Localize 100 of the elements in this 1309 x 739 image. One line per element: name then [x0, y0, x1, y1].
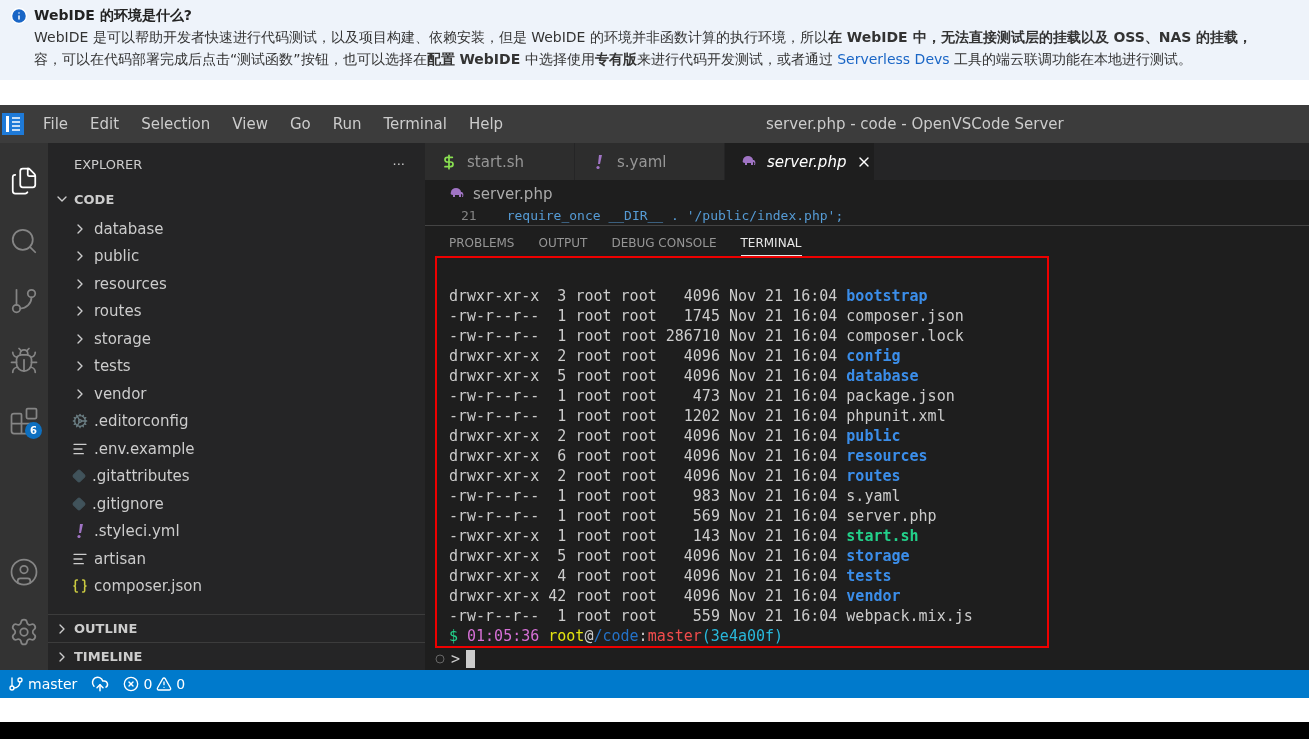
file-info: -rw-r--r-- 1 root root 559 Nov 21 16:04 — [449, 606, 838, 626]
file-name: server.php — [846, 506, 937, 526]
tree-item[interactable]: composer.json — [48, 572, 425, 600]
tree-item[interactable]: .editorconfig — [48, 407, 425, 435]
file-info: drwxr-xr-x 42 root root 4096 Nov 21 16:04 — [449, 586, 838, 606]
file-info: -rw-r--r-- 1 root root 1745 Nov 21 16:04 — [449, 306, 838, 326]
more-actions-button[interactable]: ··· — [392, 156, 405, 172]
section-header[interactable]: OUTLINE — [48, 614, 425, 642]
file-name: phpunit.xml — [846, 406, 946, 426]
menu-item[interactable]: Go — [278, 115, 322, 133]
shell-prompt: $ 01:05:36 root@/code:master(3e4a00f) — [449, 626, 785, 646]
file-info: drwxr-xr-x 5 root root 4096 Nov 21 16:04 — [449, 366, 838, 386]
serverless-devs-link[interactable]: Serverless Devs — [837, 51, 950, 67]
settings-icon — [9, 617, 39, 647]
error-icon — [123, 676, 140, 692]
editor-tab[interactable]: s.yaml — [575, 143, 725, 181]
app-logo-icon — [2, 113, 24, 135]
line-number: 21 — [461, 207, 477, 225]
file-name: resources — [846, 446, 928, 466]
tree-item[interactable]: tests — [48, 352, 425, 380]
window-title: server.php - code - OpenVSCode Server — [766, 115, 1064, 133]
file-name: s.yaml — [846, 486, 901, 506]
branch-status[interactable]: master — [8, 676, 78, 692]
notice-title: WebIDE 的环境是什么? — [34, 7, 192, 25]
tree-item[interactable]: .styleci.yml — [48, 517, 425, 545]
elephant-icon — [449, 187, 465, 200]
file-info: -rw-r--r-- 1 root root 983 Nov 21 16:04 — [449, 486, 838, 506]
menu-item[interactable]: Run — [321, 115, 373, 133]
breadcrumb[interactable]: server.php — [473, 184, 553, 203]
tree-item[interactable]: artisan — [48, 545, 425, 573]
file-name: composer.lock — [846, 326, 964, 346]
file-info: drwxr-xr-x 2 root root 4096 Nov 21 16:04 — [449, 466, 838, 486]
file-info: -rw-r--r-- 1 root root 569 Nov 21 16:04 — [449, 506, 838, 526]
menu-item[interactable]: File — [32, 115, 80, 133]
file-name: public — [846, 426, 901, 446]
editor-tab[interactable]: start.sh — [425, 143, 575, 181]
file-info: -rw-r--r-- 1 root root 1202 Nov 21 16:04 — [449, 406, 838, 426]
file-name: tests — [846, 566, 892, 586]
search-icon — [9, 226, 39, 256]
file-name: composer.json — [846, 306, 964, 326]
tree-item[interactable]: .env.example — [48, 435, 425, 463]
count-badge: 6 — [25, 422, 42, 439]
explorer-title: EXPLORER — [74, 156, 143, 172]
tree-item[interactable]: routes — [48, 297, 425, 325]
account-icon — [9, 557, 39, 587]
branch-icon — [8, 676, 24, 692]
section-header[interactable]: CODE — [48, 185, 425, 213]
file-info: drwxr-xr-x 6 root root 4096 Nov 21 16:04 — [449, 446, 838, 466]
file-name: routes — [846, 466, 901, 486]
file-name: webpack.mix.js — [846, 606, 973, 626]
file-name: storage — [846, 546, 910, 566]
file-info: -rw-r--r-- 1 root root 473 Nov 21 16:04 — [449, 386, 838, 406]
panel-tab[interactable]: PROBLEMS — [449, 230, 515, 256]
menu-item[interactable]: Terminal — [372, 115, 458, 133]
exclamation-icon — [595, 153, 603, 170]
tree-item[interactable]: resources — [48, 270, 425, 298]
file-name: package.json — [846, 386, 955, 406]
input-marker: > — [451, 650, 461, 668]
file-name: config — [846, 346, 901, 366]
code-text: require_once __DIR__ . '/public/index.php'; — [506, 207, 844, 225]
file-info: drwxr-xr-x 2 root root 4096 Nov 21 16:04 — [449, 426, 838, 446]
bug-icon — [9, 346, 39, 376]
file-info: drwxr-xr-x 4 root root 4096 Nov 21 16:04 — [449, 566, 838, 586]
file-info: drwxr-xr-x 2 root root 4096 Nov 21 16:04 — [449, 346, 838, 366]
file-name: bootstrap — [846, 286, 928, 306]
cloud-upload-icon[interactable] — [91, 675, 110, 693]
menu-item[interactable]: Edit — [79, 115, 131, 133]
file-name: start.sh — [846, 526, 919, 546]
tree-item[interactable]: .gitattributes — [48, 462, 425, 490]
menu-item[interactable]: View — [221, 115, 279, 133]
tree-item[interactable]: database — [48, 215, 425, 243]
tree-item[interactable]: .gitignore — [48, 490, 425, 518]
warning-icon — [156, 676, 173, 692]
tree-item[interactable]: storage — [48, 325, 425, 353]
blocks-icon — [9, 406, 39, 436]
braces-icon — [72, 578, 88, 595]
diamond-icon — [72, 496, 86, 511]
gear-icon — [72, 413, 88, 430]
panel-tab[interactable]: DEBUG CONSOLE — [611, 230, 717, 256]
menu-item[interactable]: Help — [457, 115, 515, 133]
file-info: -rw-r--r-- 1 root root 286710 Nov 21 16:04 — [449, 326, 838, 346]
files-icon — [9, 166, 39, 196]
tree-item[interactable]: vendor — [48, 380, 425, 408]
text-cursor — [466, 650, 476, 668]
problems-status[interactable]: 0 0 — [123, 676, 186, 692]
menu-item[interactable]: Selection — [130, 115, 222, 133]
tree-item[interactable]: public — [48, 242, 425, 270]
extensions-tab[interactable]: 6 — [0, 391, 48, 451]
notice-text: WebIDE 是可以帮助开发者快速进行代码测试，以及项目构建、依赖安装，但是 WebIDE 的环境并非函数计算的执行环境，所以在 WebIDE 中，无法直接测试层的挂载以及 OSS、NAS 的挂载， — [33, 28, 1254, 47]
panel-tab[interactable]: OUTPUT — [538, 230, 588, 256]
file-info: drwxr-xr-x 3 root root 4096 Nov 21 16:04 — [449, 286, 838, 306]
file-name: database — [846, 366, 919, 386]
file-info: -rwxr-xr-x 1 root root 143 Nov 21 16:04 — [449, 526, 838, 546]
dollar-icon — [441, 153, 457, 170]
file-name: vendor — [846, 586, 901, 606]
editor-tab[interactable]: server.php — [725, 143, 875, 181]
panel-tab[interactable]: TERMINAL — [740, 230, 802, 256]
diamond-icon — [72, 469, 86, 484]
exclamation-icon — [76, 523, 84, 540]
branch-icon — [9, 286, 39, 316]
